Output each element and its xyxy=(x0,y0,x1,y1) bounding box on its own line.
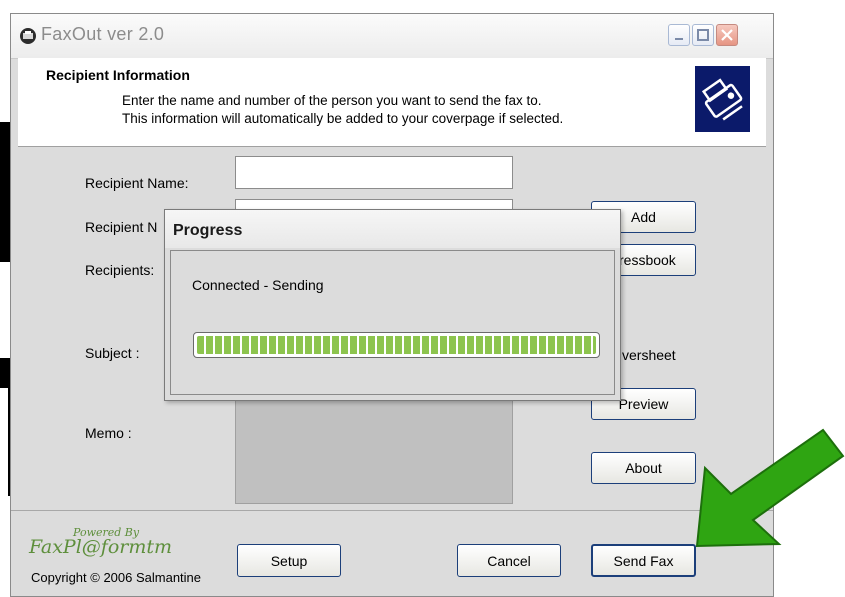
header-description-line2: This information will automatically be a… xyxy=(122,111,564,126)
app-fax-icon xyxy=(20,28,36,44)
minimize-button[interactable] xyxy=(668,24,690,46)
window-title: FaxOut ver 2.0 xyxy=(41,24,165,44)
recipient-info-header: Recipient Information Enter the name and… xyxy=(18,58,766,147)
footer-divider xyxy=(11,510,773,511)
recipient-name-label: Recipient Name: xyxy=(85,175,189,191)
about-button[interactable]: About xyxy=(591,452,696,484)
close-button[interactable] xyxy=(716,24,738,46)
close-icon xyxy=(721,29,733,41)
background-edge xyxy=(0,122,10,262)
arrow-pointing-down-left-icon xyxy=(695,428,845,548)
memo-label: Memo : xyxy=(85,425,132,441)
recipient-name-input[interactable] xyxy=(235,156,513,189)
send-fax-button[interactable]: Send Fax xyxy=(591,544,696,577)
progress-dialog-titlebar[interactable]: Progress xyxy=(165,210,620,248)
coversheet-checkbox-label[interactable]: versheet xyxy=(622,347,676,363)
subject-label: Subject : xyxy=(85,345,140,361)
progress-dialog: Progress Connected - Sending xyxy=(164,209,621,401)
fax-machine-icon xyxy=(695,66,750,132)
setup-button[interactable]: Setup xyxy=(237,544,341,577)
header-description-line1: Enter the name and number of the person … xyxy=(122,93,542,108)
minimize-icon xyxy=(675,38,683,40)
section-title: Recipient Information xyxy=(46,67,190,83)
send-progress-bar xyxy=(193,332,600,358)
copyright-text: Copyright © 2006 Salmantine xyxy=(31,570,202,585)
maximize-icon xyxy=(697,29,709,41)
connection-status-text: Connected - Sending xyxy=(192,277,324,293)
maximize-button[interactable] xyxy=(692,24,714,46)
recipients-label: Recipients: xyxy=(85,262,155,278)
progress-dialog-title: Progress xyxy=(173,222,243,239)
faxplatform-logo: FaxPl@formtm xyxy=(29,536,173,558)
cancel-button[interactable]: Cancel xyxy=(457,544,561,577)
progress-dialog-body: Connected - Sending xyxy=(170,250,615,395)
progress-bar-fill xyxy=(197,336,596,354)
memo-textarea[interactable] xyxy=(235,398,513,504)
recipient-number-label: Recipient N xyxy=(85,219,158,235)
title-bar[interactable]: FaxOut ver 2.0 xyxy=(11,14,773,59)
background-edge xyxy=(0,358,10,388)
